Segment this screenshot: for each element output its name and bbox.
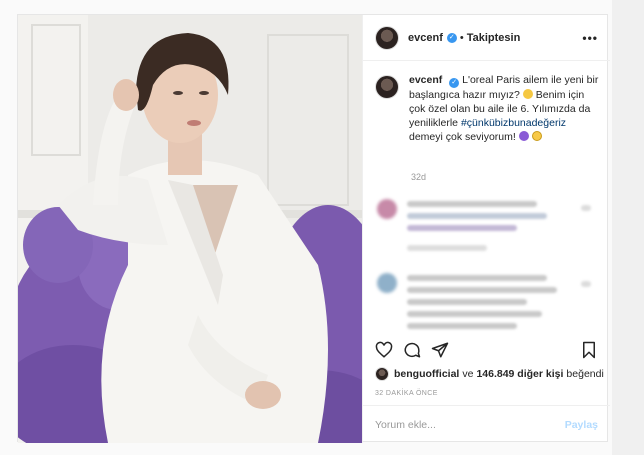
blurred-like-icon (581, 205, 591, 211)
photo-illustration (18, 15, 362, 443)
blurred-text (407, 299, 527, 305)
caption-text-after: demeyi çok seviyorum! (409, 131, 516, 143)
blurred-like-icon (581, 281, 591, 287)
likes-summary: benguofficial ve 146.849 diğer kişi beğe… (375, 367, 605, 381)
blurred-text (407, 275, 547, 281)
separator-dot: • (459, 31, 464, 44)
caption-time[interactable]: 32d (411, 172, 426, 182)
caption-username[interactable]: evcenf (409, 74, 442, 86)
heart-icon[interactable] (375, 341, 393, 359)
purple-heart-emoji-icon (518, 131, 529, 141)
blurred-text (407, 201, 537, 207)
page-background-gutter (612, 0, 644, 455)
more-options-icon[interactable]: ••• (582, 31, 598, 45)
comment-avatar (377, 199, 397, 219)
post-comment-button[interactable]: Paylaş (565, 419, 598, 431)
post-photo[interactable] (18, 15, 362, 443)
blurred-text (407, 225, 517, 231)
following-label[interactable]: Takiptesin (467, 32, 521, 44)
blurred-text (407, 287, 557, 293)
comment-input[interactable] (375, 418, 565, 431)
paper-plane-icon[interactable] (431, 341, 449, 359)
instagram-post: evcenf ✓ • Takiptesin ••• evcenf ✓ L'ore… (17, 14, 610, 443)
likes-connector: ve (462, 368, 474, 380)
bookmark-icon[interactable] (580, 341, 598, 359)
post-caption: evcenf ✓ L'oreal Paris ailem ile yeni bi… (375, 73, 600, 144)
hashtag-link[interactable]: #çünkübizbunadeğeriz (461, 117, 566, 129)
post-actions (375, 341, 600, 361)
caption-text: evcenf ✓ L'oreal Paris ailem ile yeni bi… (409, 73, 600, 144)
sparkle-emoji-icon (522, 89, 533, 99)
blurred-text (407, 311, 542, 317)
blurred-text (407, 323, 517, 329)
liker-avatar[interactable] (375, 367, 389, 381)
comment-icon[interactable] (403, 341, 421, 359)
comment-bar: Paylaş (363, 405, 610, 443)
blurred-text (407, 213, 547, 219)
avatar[interactable] (375, 25, 399, 50)
comment-avatar (377, 273, 397, 293)
verified-badge-icon: ✓ (446, 32, 457, 43)
username-link[interactable]: evcenf (408, 32, 443, 44)
liker-username[interactable]: benguofficial (394, 368, 459, 380)
blurred-text (407, 245, 487, 251)
smile-emoji-icon (531, 131, 542, 141)
likes-count-link[interactable]: 146.849 diğer kişi (476, 368, 563, 380)
post-side-panel: evcenf ✓ • Takiptesin ••• evcenf ✓ L'ore… (362, 15, 610, 443)
post-timestamp[interactable]: 32 DAKİKA ÖNCE (375, 390, 438, 397)
caption-avatar[interactable] (375, 75, 399, 99)
post-header: evcenf ✓ • Takiptesin ••• (363, 15, 610, 61)
verified-badge-icon: ✓ (449, 78, 460, 88)
likes-suffix: beğendi (566, 368, 604, 380)
